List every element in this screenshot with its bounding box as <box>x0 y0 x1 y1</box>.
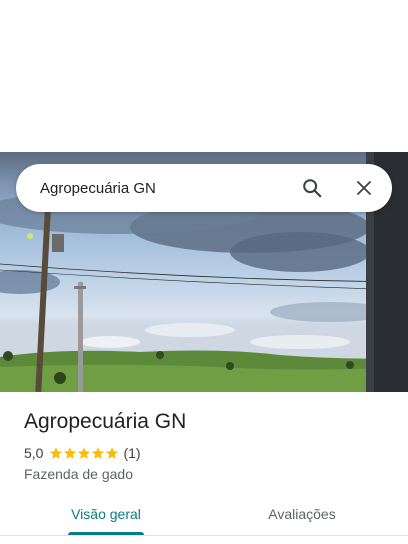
tab-bar: Visão geral Avaliações <box>0 500 408 536</box>
place-category: Fazenda de gado <box>24 466 133 482</box>
divider <box>0 535 408 536</box>
star-icon <box>50 447 63 459</box>
search-button[interactable] <box>292 168 332 208</box>
search-query[interactable]: Agropecuária GN <box>40 180 292 197</box>
review-count[interactable]: (1) <box>123 445 140 461</box>
tab-overview[interactable]: Visão geral <box>68 500 144 536</box>
close-button[interactable] <box>344 168 384 208</box>
rating-value: 5,0 <box>24 445 44 461</box>
place-title: Agropecuária GN <box>24 410 187 433</box>
close-icon <box>357 181 371 195</box>
tab-reviews[interactable]: Avaliações <box>258 500 346 536</box>
star-icon <box>78 447 91 459</box>
star-icon <box>92 447 105 459</box>
rating-row[interactable]: 5,0 (1) <box>24 445 141 461</box>
star-rating <box>49 446 119 460</box>
search-bar[interactable]: Agropecuária GN <box>16 164 392 212</box>
star-icon <box>64 447 77 459</box>
star-icon <box>106 447 119 459</box>
tab-reviews-label: Avaliações <box>268 506 336 522</box>
search-icon <box>303 179 322 198</box>
tab-overview-label: Visão geral <box>71 506 141 522</box>
